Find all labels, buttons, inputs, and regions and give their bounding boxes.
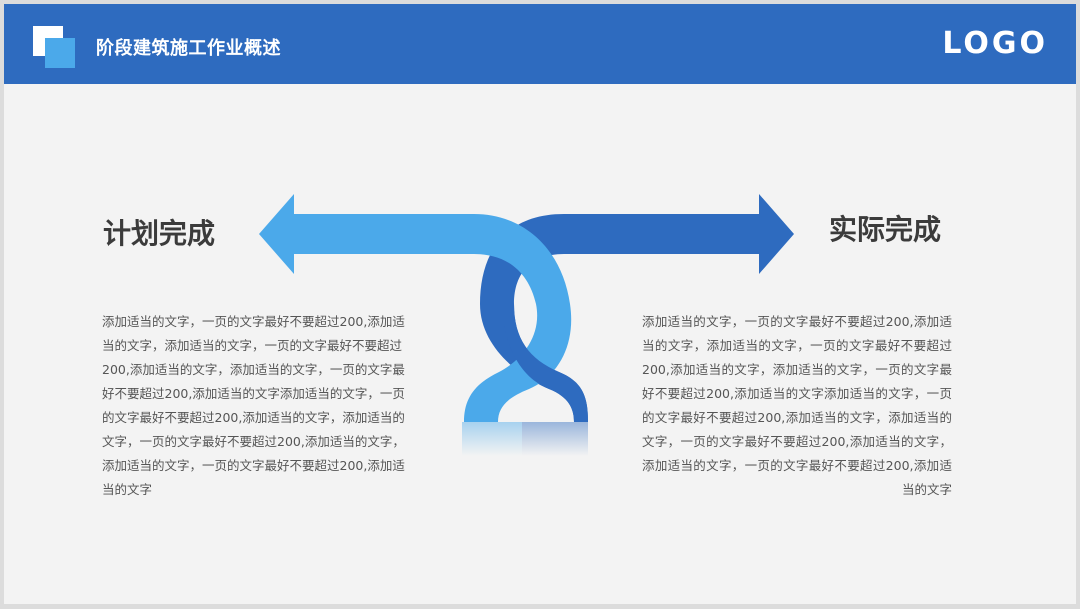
left-heading: 计划完成 bbox=[103, 217, 216, 250]
right-body-text: 添加适当的文字，一页的文字最好不要超过200,添加适当的文字，添加适当的文字，一… bbox=[642, 314, 952, 497]
right-heading: 实际完成 bbox=[829, 213, 942, 246]
intertwined-arrows-icon bbox=[259, 194, 794, 456]
slide: 阶段建筑施工作业概述 LOGO 计划完成 实际完成 添加适当的文字，一页的文字最… bbox=[4, 4, 1076, 604]
reflection-left bbox=[462, 422, 522, 456]
left-body-text: 添加适当的文字，一页的文字最好不要超过200,添加适当的文字，添加适当的文字，一… bbox=[102, 314, 405, 497]
reflection-right bbox=[522, 422, 588, 456]
